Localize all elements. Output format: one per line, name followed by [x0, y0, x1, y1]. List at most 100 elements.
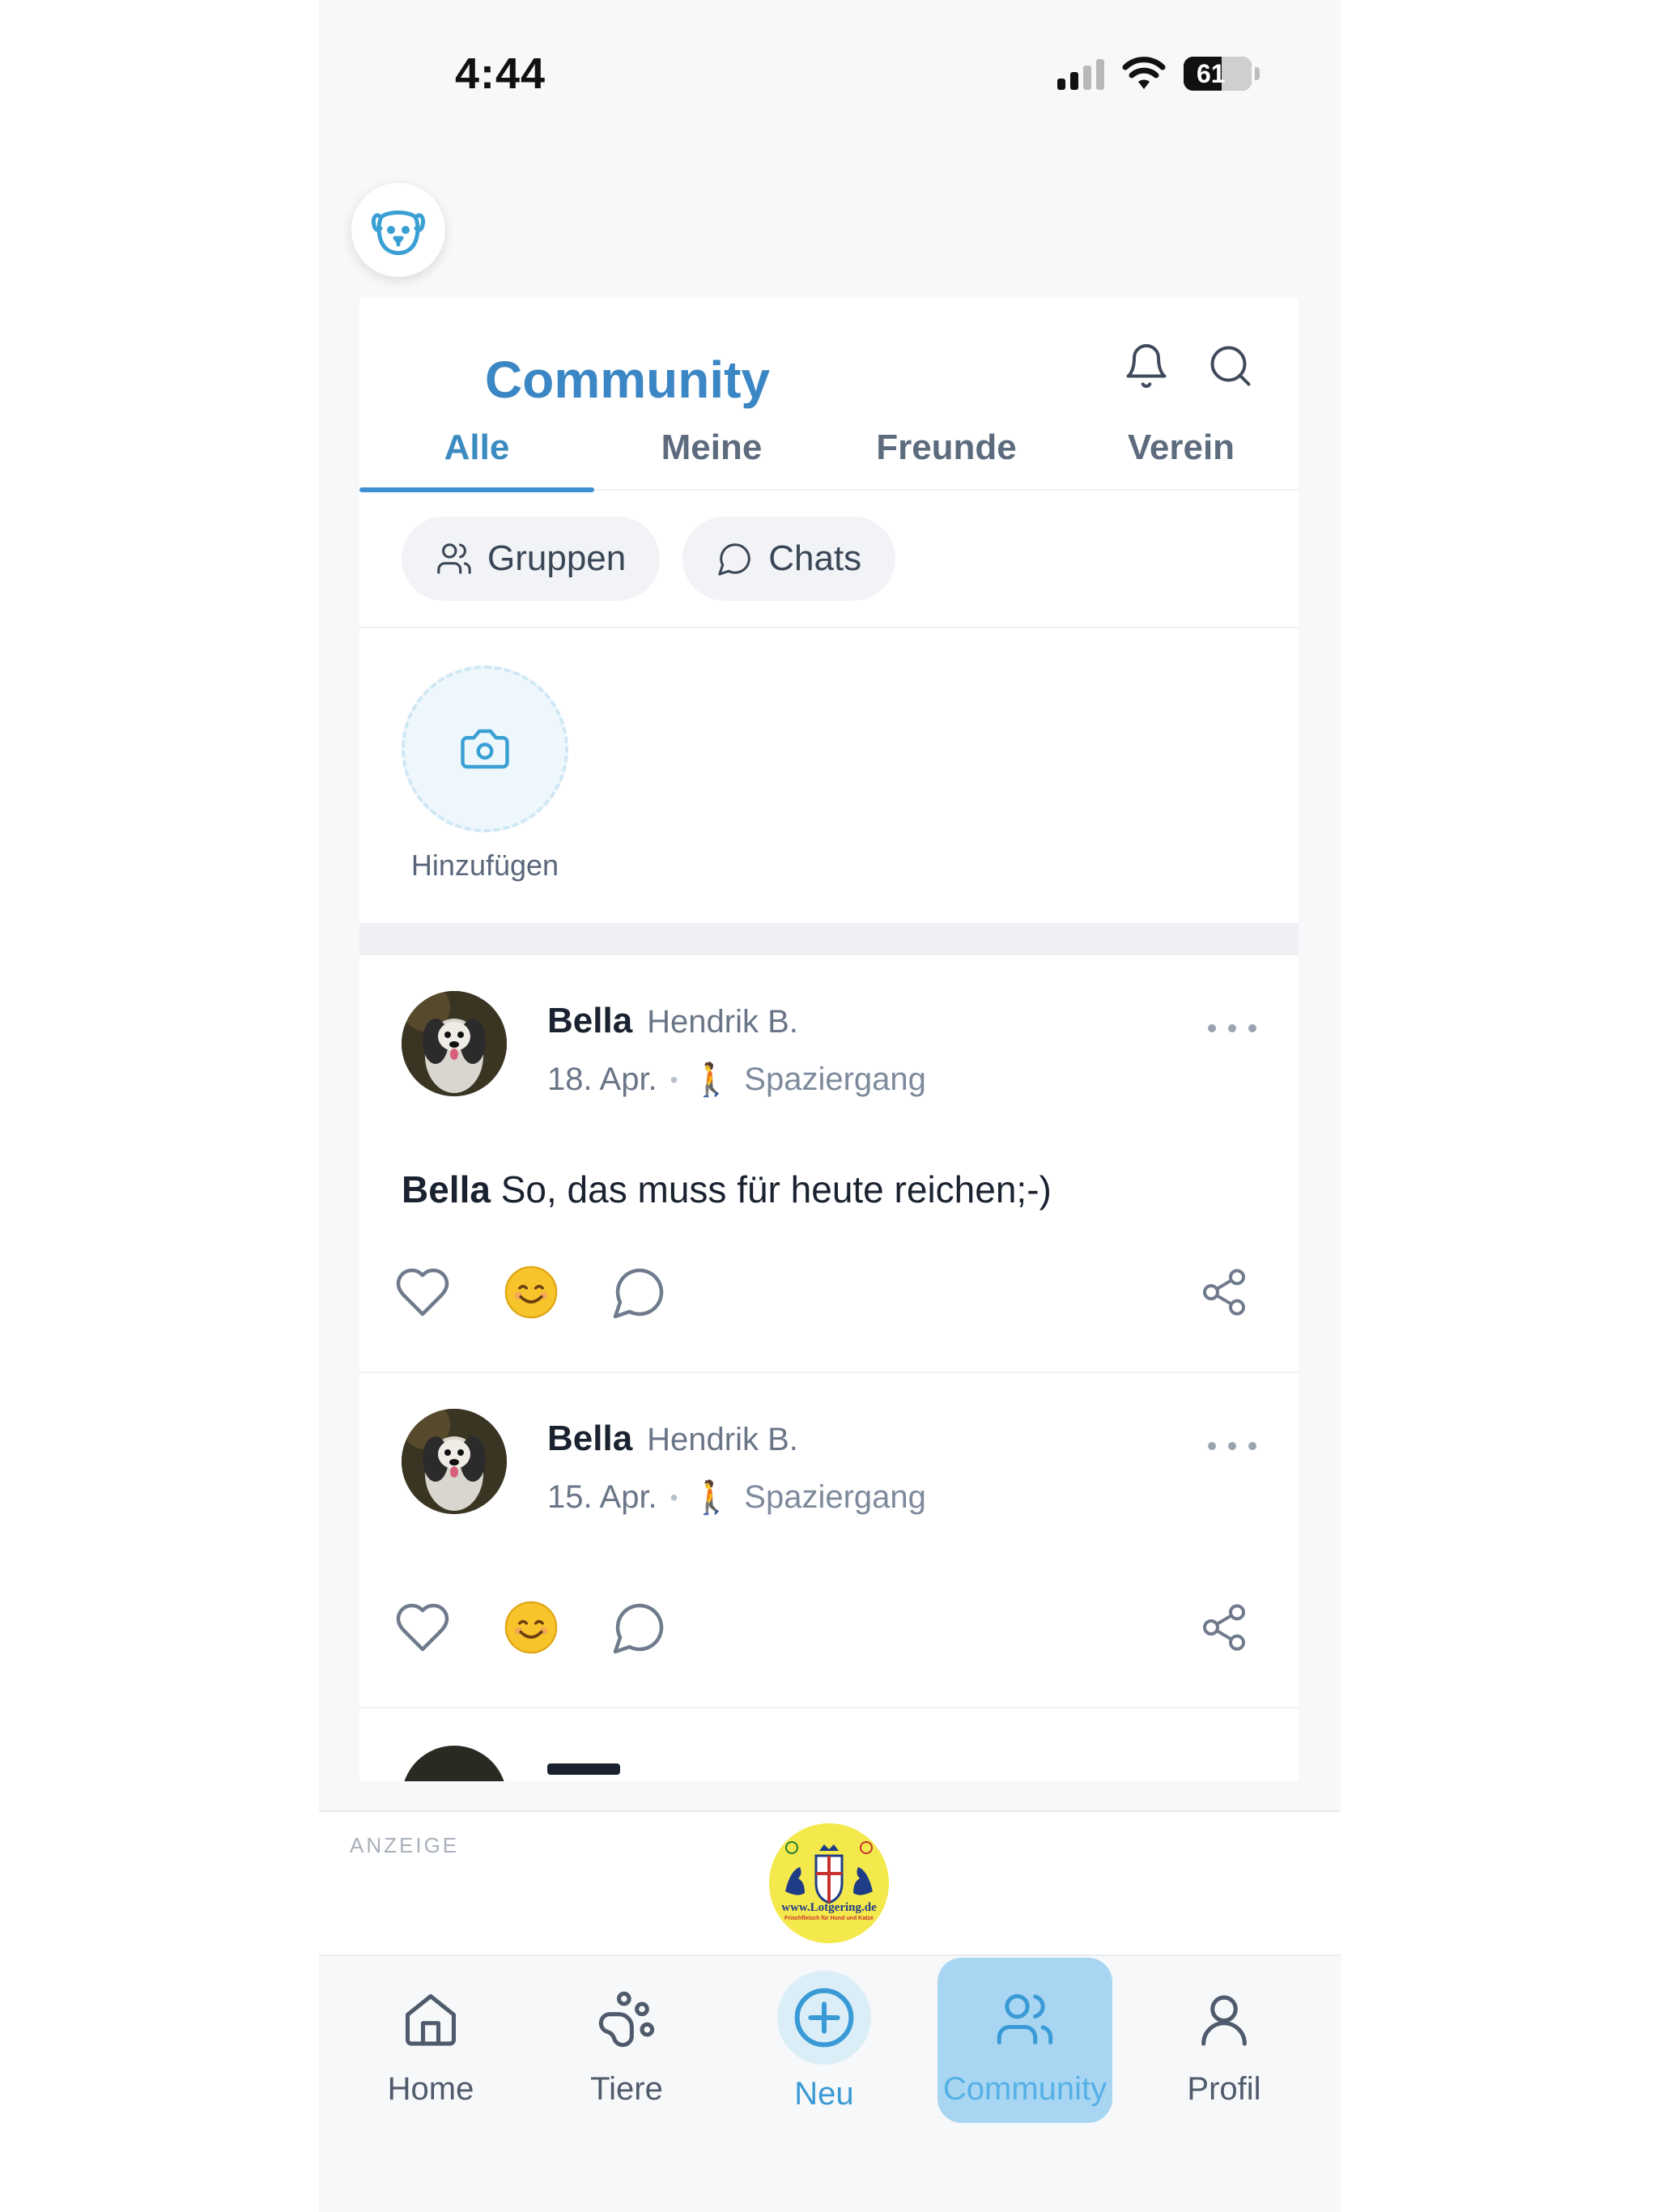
users-icon [437, 543, 471, 574]
app-logo-button[interactable] [351, 183, 445, 277]
share-icon [1203, 1604, 1245, 1651]
pet-avatar[interactable] [402, 1746, 507, 1781]
pet-avatar[interactable] [402, 1409, 507, 1514]
like-button[interactable] [390, 1260, 455, 1325]
comment-icon [613, 1603, 664, 1654]
bottom-navigation: Home Tiere Neu Community Profil [319, 1958, 1341, 2212]
more-options-button[interactable] [1208, 1019, 1256, 1038]
tab-meine[interactable]: Meine [594, 413, 829, 489]
nav-new-label: Neu [794, 2076, 854, 2112]
share-button[interactable] [1192, 1595, 1256, 1660]
home-icon [405, 1993, 457, 2046]
tab-bar: Alle Meine Freunde Verein [359, 413, 1299, 492]
nav-tiere[interactable]: Tiere [539, 1958, 714, 2120]
nav-profil-label: Profil [1187, 2071, 1261, 2107]
plus-circle-icon [794, 1988, 854, 2048]
sponsor-logo[interactable]: www.Lotgering.de Frischfleisch für Hund … [769, 1823, 889, 1943]
groups-chip[interactable]: Gruppen [402, 517, 661, 601]
page-header: Community [359, 298, 1299, 413]
feed-post: Bella Hendrik B. 18. Apr. • 🚶 Spaziergang… [359, 955, 1299, 1373]
ad-banner[interactable]: ANZEIGE www.Lotgering.de Frischfleisch f… [319, 1810, 1341, 1956]
status-bar: 4:44 61 [319, 0, 1341, 154]
walking-person-icon: 🚶 [691, 1062, 732, 1098]
lotgering-logo-icon [769, 1823, 889, 1943]
feed-post-partial [359, 1708, 1299, 1781]
post-text-name: Bella [402, 1168, 491, 1210]
post-category: Spaziergang [744, 1479, 926, 1515]
pet-name[interactable]: Bella [547, 1419, 632, 1458]
post-meta: 18. Apr. • 🚶 Spaziergang [547, 1061, 926, 1098]
section-divider [359, 923, 1299, 955]
search-button[interactable] [1205, 340, 1256, 392]
post-text: Bella So, das muss für heute reichen;-) [402, 1168, 1052, 1211]
comment-button[interactable] [607, 1260, 672, 1325]
bell-icon [1126, 344, 1167, 388]
add-story-label: Hinzufügen [410, 849, 559, 882]
status-icons: 61 [1057, 53, 1260, 94]
nav-community[interactable]: Community [937, 1958, 1112, 2123]
share-icon [1203, 1269, 1245, 1316]
groups-chip-label: Gruppen [487, 538, 627, 578]
phone-screen: 4:44 61 Community Alle Meine Freunde Ver… [319, 0, 1341, 2212]
notifications-button[interactable] [1120, 340, 1172, 392]
comment-button[interactable] [607, 1595, 672, 1660]
nav-profil[interactable]: Profil [1137, 1958, 1312, 2120]
smiley-emoji-icon [504, 1601, 558, 1654]
dog-photo [402, 1409, 507, 1514]
owner-name[interactable]: Hendrik B. [647, 1004, 798, 1040]
sponsor-logo-subtext: Frischfleisch für Hund und Katze [784, 1916, 874, 1921]
post-date: 18. Apr. [547, 1061, 657, 1097]
sponsor-logo-text: www.Lotgering.de [781, 1901, 877, 1914]
community-card: Community Alle Meine Freunde Verein Grup… [359, 298, 1299, 1781]
camera-icon [461, 729, 509, 769]
add-story-button[interactable] [402, 666, 568, 832]
nav-new[interactable]: Neu [737, 1958, 912, 2120]
chats-chip-label: Chats [768, 538, 862, 578]
header-actions [1120, 340, 1256, 392]
search-icon [1210, 346, 1251, 386]
battery-icon: 61 [1184, 57, 1252, 91]
paw-icon [598, 1991, 655, 2048]
post-meta: 15. Apr. • 🚶 Spaziergang [547, 1479, 926, 1516]
chats-chip[interactable]: Chats [682, 517, 896, 601]
ad-label: ANZEIGE [350, 1833, 460, 1857]
pet-avatar[interactable] [402, 991, 507, 1096]
pet-name-partial [547, 1763, 620, 1775]
wifi-icon [1122, 57, 1166, 89]
post-actions [390, 1260, 1256, 1325]
dog-face-icon [372, 211, 425, 255]
react-button[interactable] [499, 1595, 563, 1660]
more-options-button[interactable] [1208, 1436, 1256, 1456]
cellular-signal-icon [1057, 57, 1104, 90]
status-time: 4:44 [455, 49, 546, 98]
nav-home-label: Home [387, 2071, 474, 2107]
nav-home[interactable]: Home [343, 1958, 518, 2120]
nav-tiere-label: Tiere [590, 2071, 663, 2107]
chat-bubble-icon [718, 543, 750, 576]
feed-post: Bella Hendrik B. 15. Apr. • 🚶 Spaziergang [359, 1373, 1299, 1708]
react-button[interactable] [499, 1260, 563, 1325]
nav-community-label: Community [942, 2071, 1107, 2107]
heart-icon [396, 1268, 449, 1317]
heart-icon [396, 1603, 449, 1652]
pet-name[interactable]: Bella [547, 1001, 632, 1040]
share-button[interactable] [1192, 1260, 1256, 1325]
user-icon [1201, 1995, 1247, 2046]
tab-alle[interactable]: Alle [359, 413, 594, 492]
post-date: 15. Apr. [547, 1479, 657, 1515]
page-title: Community [485, 351, 770, 409]
dog-photo [402, 991, 507, 1096]
tab-freunde[interactable]: Freunde [829, 413, 1064, 489]
owner-name[interactable]: Hendrik B. [647, 1422, 798, 1457]
smiley-emoji-icon [504, 1266, 558, 1319]
walking-person-icon: 🚶 [691, 1480, 732, 1516]
stories-row: Hinzufügen [359, 628, 1299, 923]
comment-icon [613, 1268, 664, 1319]
post-text-body: So, das muss für heute reichen;-) [500, 1168, 1052, 1210]
users-icon [997, 1993, 1053, 2045]
post-actions [390, 1595, 1256, 1660]
tab-verein[interactable]: Verein [1064, 413, 1299, 489]
post-category: Spaziergang [744, 1061, 926, 1097]
like-button[interactable] [390, 1595, 455, 1660]
filter-chips: Gruppen Chats [359, 491, 1299, 628]
